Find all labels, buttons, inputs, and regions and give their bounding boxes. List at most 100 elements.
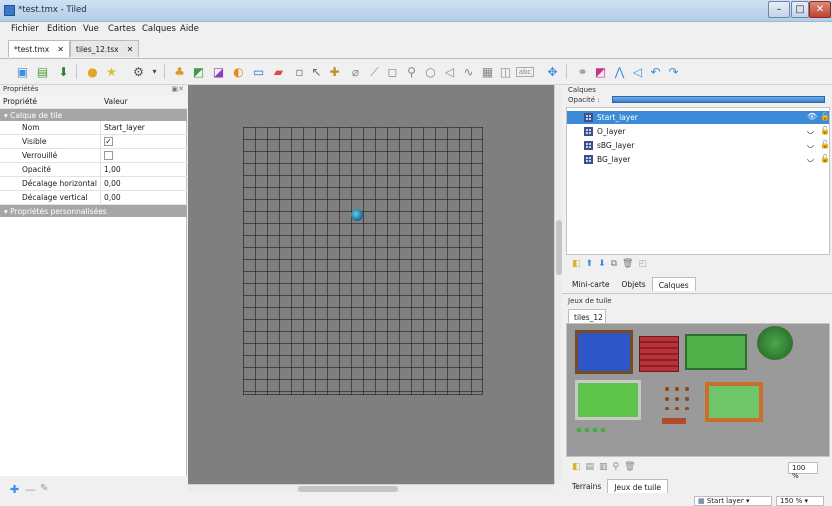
- canvas-vertical-scrollbar[interactable]: [554, 85, 562, 484]
- map-zoom-select[interactable]: 150 % ▾: [776, 496, 824, 506]
- section-proprietes-personnalisees[interactable]: ▾ Propriétés personnalisées: [0, 205, 187, 217]
- visibility-eye-icon[interactable]: 👁: [807, 112, 817, 121]
- eraser-icon[interactable]: ▭: [250, 63, 267, 80]
- prop-value-opacite[interactable]: 1,00: [104, 165, 121, 174]
- tile-logs[interactable]: [662, 418, 686, 424]
- visibility-eye-icon[interactable]: ◡: [807, 126, 814, 135]
- section-calque-de-tile[interactable]: ▾ Calque de tile: [0, 109, 187, 121]
- maximize-button[interactable]: □: [791, 1, 809, 18]
- export-tileset-icon[interactable]: ▥: [599, 462, 613, 472]
- lower-layer-icon[interactable]: ⬇: [598, 259, 611, 269]
- locked-checkbox[interactable]: [104, 151, 113, 160]
- select-objects-icon[interactable]: ✚: [326, 63, 343, 80]
- menu-calques[interactable]: Calques: [142, 24, 176, 34]
- tile-bushes[interactable]: [575, 426, 605, 434]
- menu-cartes[interactable]: Cartes: [108, 24, 136, 34]
- magic-wand-icon[interactable]: ▫: [291, 63, 308, 80]
- insert-rectangle-icon[interactable]: ⟋: [366, 63, 383, 80]
- open-icon[interactable]: ▤: [34, 63, 51, 80]
- prop-row-nom[interactable]: Nom Start_layer: [0, 121, 187, 135]
- edit-tileset-icon[interactable]: ⚲: [613, 462, 625, 472]
- menu-edition[interactable]: Edition: [47, 24, 76, 34]
- layer-row-o[interactable]: O_layer ◡ 🔓: [567, 125, 830, 138]
- toggle-other-layers-icon[interactable]: ◰: [638, 259, 652, 269]
- stamp-brush-icon[interactable]: ♣: [171, 63, 188, 80]
- tile-green-roof[interactable]: [685, 334, 747, 370]
- lock-icon[interactable]: 🔓: [820, 112, 830, 121]
- tile-blue-house[interactable]: [575, 330, 633, 374]
- insert-polygon-icon[interactable]: ⚲: [403, 63, 420, 80]
- minimize-button[interactable]: –: [768, 1, 790, 18]
- command-icon[interactable]: ⚙: [130, 63, 147, 80]
- select-same-tile-icon[interactable]: ↖: [308, 63, 325, 80]
- insert-ellipse-icon[interactable]: ◻: [384, 63, 401, 80]
- rename-property-icon[interactable]: ✎: [40, 483, 48, 494]
- tab-tiles-tsx[interactable]: tiles_12.tsx ✕: [70, 40, 140, 57]
- scrollbar-thumb[interactable]: [298, 486, 398, 492]
- lock-icon[interactable]: 🔓: [820, 126, 830, 135]
- start-marker-tile[interactable]: [351, 209, 363, 221]
- tab-jeux-de-tuile[interactable]: Jeux de tuile: [607, 479, 668, 493]
- map-canvas[interactable]: [188, 85, 554, 484]
- favorite-icon[interactable]: ★: [103, 63, 120, 80]
- opacity-slider[interactable]: [612, 96, 825, 103]
- lock-icon[interactable]: 🔓: [820, 140, 830, 149]
- tileset-view[interactable]: [566, 323, 830, 457]
- visible-checkbox[interactable]: ✓: [104, 137, 113, 146]
- edit-polygons-icon[interactable]: ⌀: [347, 63, 364, 80]
- canvas-horizontal-scrollbar[interactable]: [188, 484, 554, 492]
- rectangle-select-icon[interactable]: ▰: [270, 63, 287, 80]
- link-icon[interactable]: ⚭: [574, 63, 591, 80]
- insert-polyline-icon[interactable]: ○: [422, 63, 439, 80]
- map-tile-grid[interactable]: [243, 127, 483, 395]
- tab-objets[interactable]: Objets: [615, 277, 651, 291]
- new-map-icon[interactable]: ▣: [14, 63, 31, 80]
- visibility-eye-icon[interactable]: ◡: [807, 140, 814, 149]
- tab-close-icon[interactable]: ✕: [127, 45, 134, 54]
- prop-value-decalage-vertical[interactable]: 0,00: [104, 193, 121, 202]
- prop-row-decalage-vertical[interactable]: Décalage vertical 0,00: [0, 191, 187, 205]
- open-tileset-icon[interactable]: ●: [84, 63, 101, 80]
- prop-value-nom[interactable]: Start_layer: [104, 123, 145, 132]
- current-layer-select[interactable]: ▦ Start layer ▾: [694, 496, 772, 506]
- dock-controls-icon[interactable]: ▣✕: [172, 85, 184, 93]
- raise-layer-icon[interactable]: ⬆: [586, 259, 599, 269]
- tile-tree[interactable]: [757, 326, 793, 360]
- tile-red-roof[interactable]: [639, 336, 679, 372]
- flip-horizontal-icon[interactable]: ⋀: [611, 63, 628, 80]
- shape-fill-icon[interactable]: ◐: [230, 63, 247, 80]
- duplicate-layer-icon[interactable]: ⧉: [611, 259, 622, 269]
- menu-vue[interactable]: Vue: [83, 24, 99, 34]
- prop-row-verrouille[interactable]: Verrouillé: [0, 149, 187, 163]
- delete-layer-icon[interactable]: 🗑: [622, 259, 638, 269]
- flip-vertical-icon[interactable]: ◁: [629, 63, 646, 80]
- insert-tile-icon[interactable]: ◁: [441, 63, 458, 80]
- remove-property-icon[interactable]: —: [25, 483, 36, 496]
- tab-mini-carte[interactable]: Mini-carte: [566, 277, 615, 291]
- visibility-eye-icon[interactable]: ◡: [807, 154, 814, 163]
- new-tileset-icon[interactable]: ◧: [572, 462, 586, 472]
- toolbar-misc-icon[interactable]: ◫: [497, 63, 514, 80]
- tab-close-icon[interactable]: ✕: [57, 45, 64, 54]
- prop-row-opacite[interactable]: Opacité 1,00: [0, 163, 187, 177]
- layer-row-bg[interactable]: BG_layer ◡ 🔓: [567, 153, 830, 166]
- tab-terrains[interactable]: Terrains: [566, 479, 607, 493]
- chevron-down-icon[interactable]: ▾: [146, 63, 163, 80]
- tab-calques[interactable]: Calques: [651, 277, 696, 291]
- close-button[interactable]: ✕: [809, 1, 831, 18]
- prop-row-visible[interactable]: Visible ✓: [0, 135, 187, 149]
- add-property-icon[interactable]: ✚: [10, 483, 19, 496]
- terrain-color-icon[interactable]: ◩: [592, 63, 609, 80]
- bucket-fill-icon[interactable]: ◪: [210, 63, 227, 80]
- layer-row-start[interactable]: Start_layer 👁 🔓: [567, 111, 830, 124]
- save-icon[interactable]: ⬇: [55, 63, 72, 80]
- rotate-left-icon[interactable]: ↶: [647, 63, 664, 80]
- menu-aide[interactable]: Aide: [180, 24, 199, 34]
- rotate-right-icon[interactable]: ↷: [665, 63, 682, 80]
- insert-text-icon[interactable]: ∿: [460, 63, 477, 80]
- random-mode-icon[interactable]: ▦: [479, 63, 496, 80]
- terrain-brush-icon[interactable]: ◩: [190, 63, 207, 80]
- tile-garden[interactable]: [705, 382, 763, 422]
- menu-fichier[interactable]: Fichier: [11, 24, 39, 34]
- move-icon[interactable]: ✥: [544, 63, 561, 80]
